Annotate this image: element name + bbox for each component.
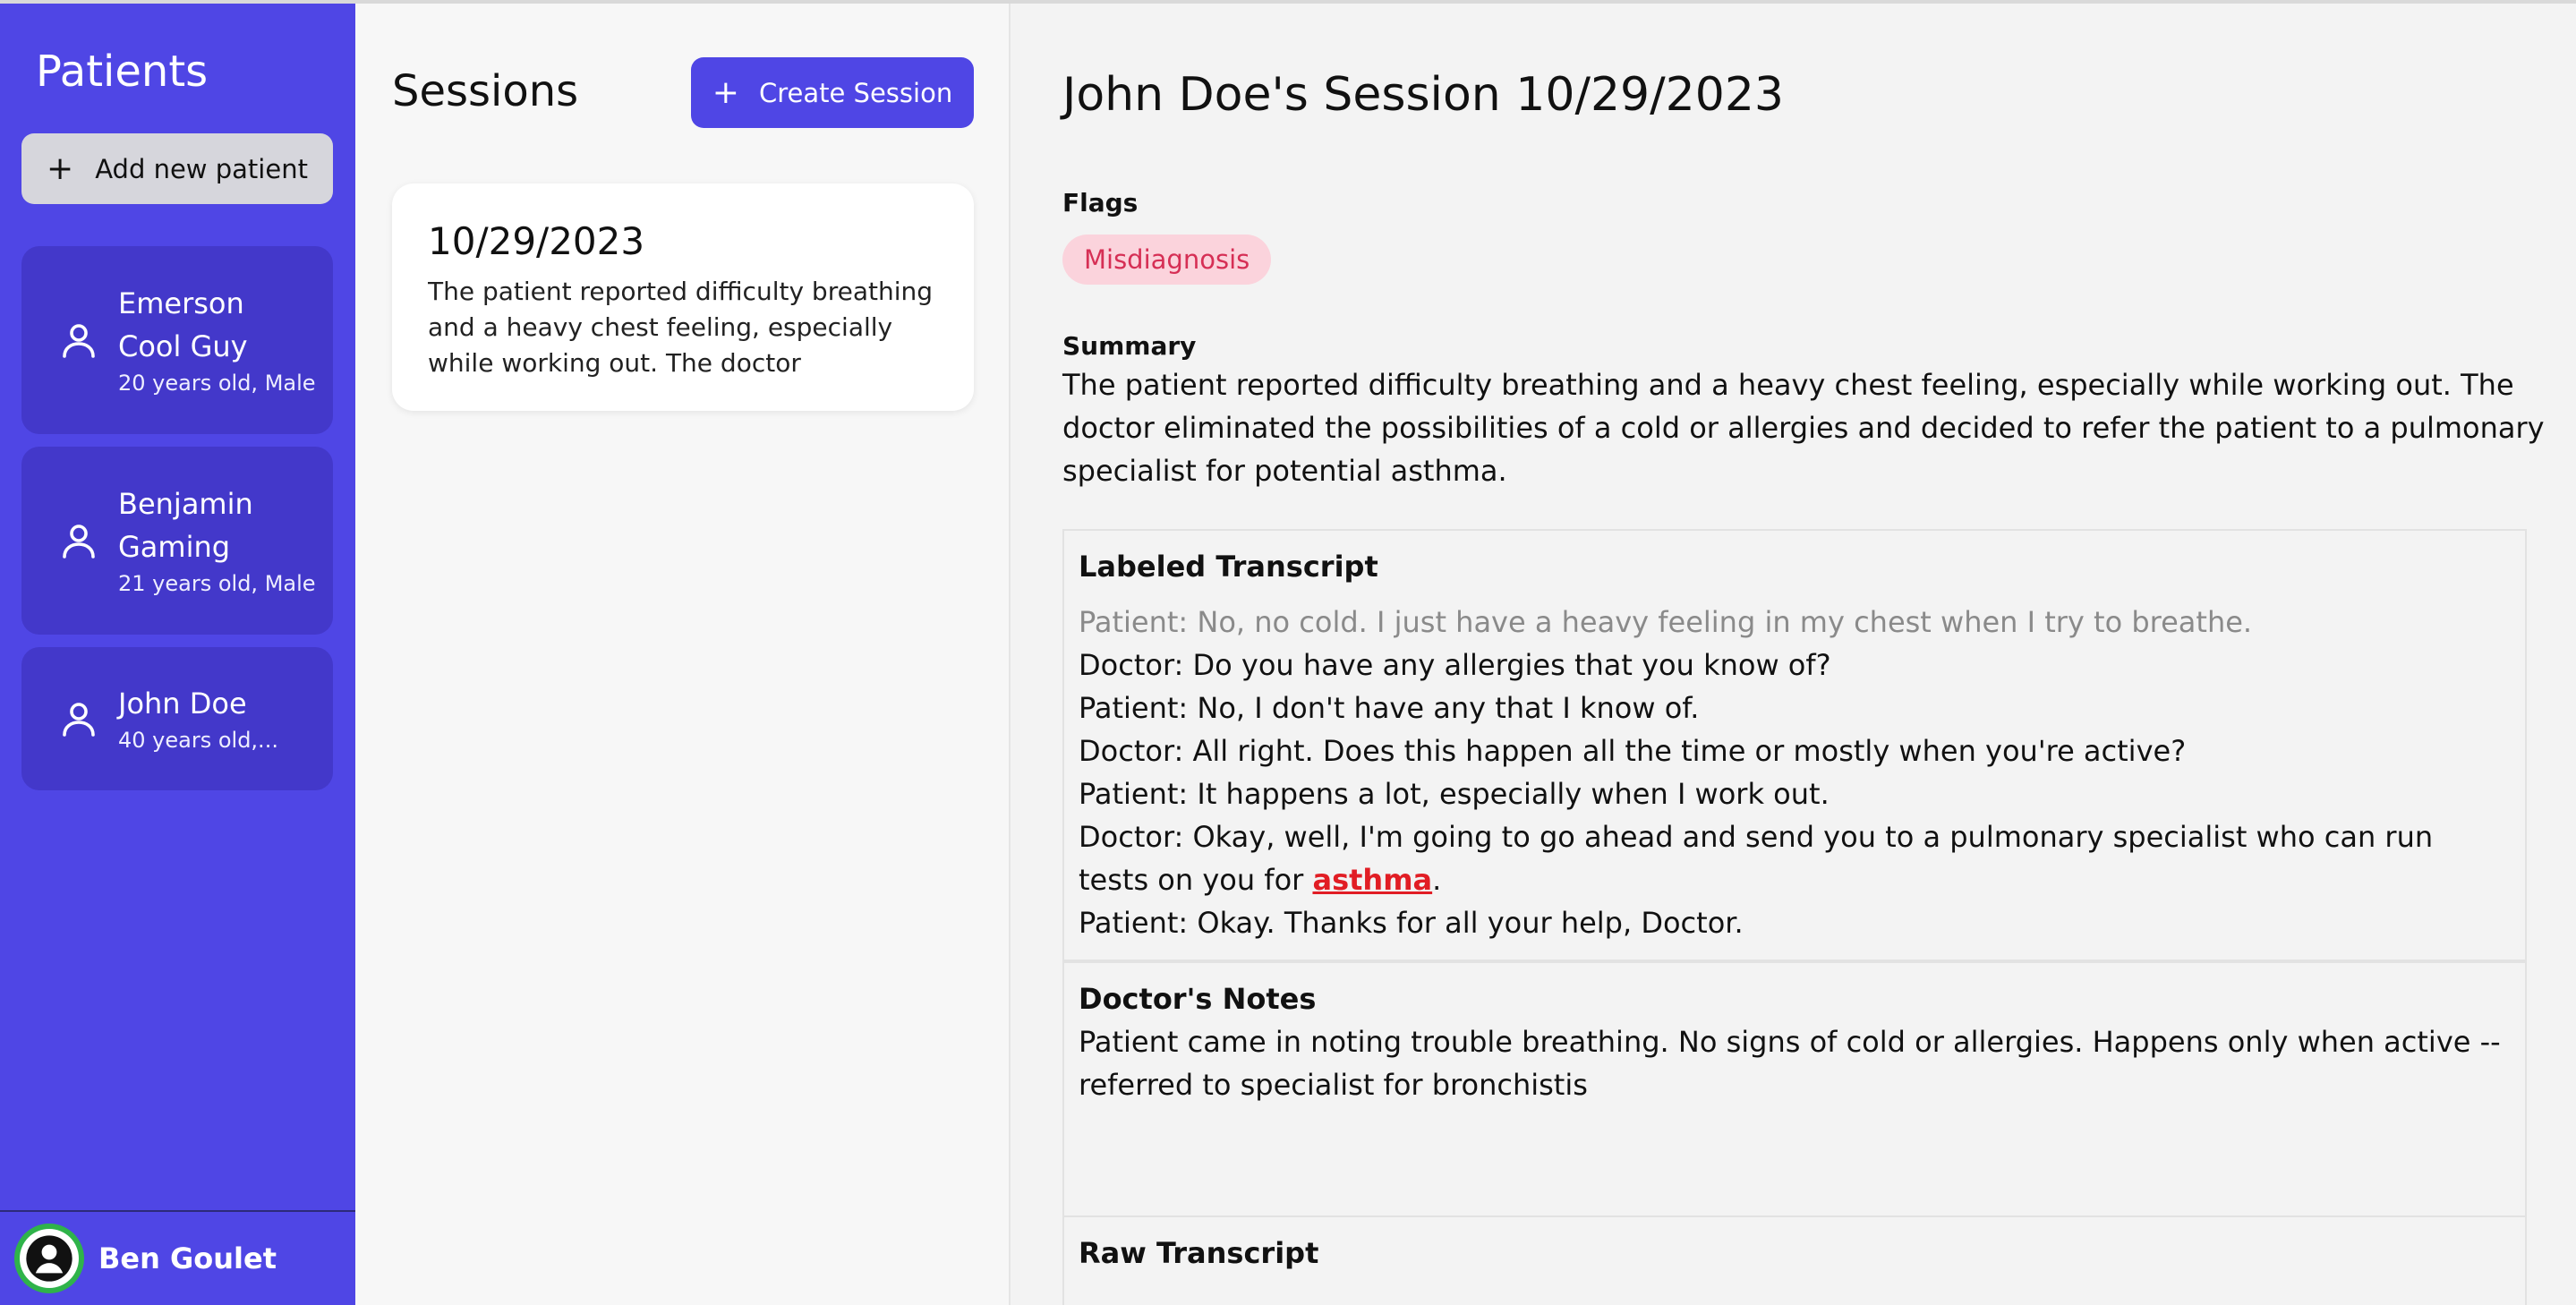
- raw-transcript-cutoff: [1079, 1275, 2511, 1289]
- person-icon: [63, 703, 95, 737]
- patient-name: Emerson Cool Guy: [118, 286, 248, 363]
- patient-meta: 40 years old,...: [118, 728, 278, 753]
- flags-label: Flags: [1062, 188, 1139, 218]
- patient-name: John Doe: [118, 687, 247, 721]
- sidebar-title: Patients: [36, 47, 209, 97]
- avatar: [14, 1224, 84, 1293]
- person-icon: [63, 525, 95, 559]
- transcript-scroll-area[interactable]: Patient: No, no cold. I just have a heav…: [1079, 588, 2511, 955]
- doctors-notes-title: Doctor's Notes: [1079, 982, 1317, 1016]
- raw-transcript-panel[interactable]: Raw Transcript: [1062, 1215, 2527, 1305]
- transcript-line: Patient: No, no cold. I just have a heav…: [1079, 605, 2253, 639]
- transcript-line-end: .: [1432, 863, 1442, 897]
- session-card[interactable]: 10/29/2023 The patient reported difficul…: [392, 183, 974, 411]
- summary-text: The patient reported difficulty breathin…: [1062, 368, 2545, 488]
- patient-meta: 20 years old, Male: [118, 371, 316, 396]
- create-session-label: Create Session: [758, 77, 953, 108]
- transcript-line: Doctor: Okay, well, I'm going to go ahea…: [1079, 815, 2511, 901]
- session-detail: John Doe's Session 10/29/2023 Flags Misd…: [1011, 0, 2576, 1305]
- transcript-line: Patient: No, I don't have any that I kno…: [1079, 691, 1700, 725]
- user-name: Ben Goulet: [98, 1241, 277, 1275]
- transcript-line-text: Doctor: Okay, well, I'm going to go ahea…: [1079, 820, 2434, 897]
- window-top-border: [0, 0, 2576, 4]
- current-user[interactable]: Ben Goulet: [0, 1210, 355, 1305]
- labeled-transcript-panel[interactable]: Labeled Transcript Patient: No, no cold.…: [1062, 529, 2527, 961]
- session-excerpt: The patient reported difficulty breathin…: [428, 277, 934, 378]
- plus-icon: +: [47, 149, 74, 187]
- sessions-panel: Sessions + Create Session 10/29/2023 The…: [355, 0, 1011, 1305]
- plus-icon: +: [712, 73, 739, 111]
- sessions-title: Sessions: [392, 66, 579, 116]
- raw-transcript-title: Raw Transcript: [1079, 1236, 1319, 1270]
- patient-name: Benjamin Gaming: [118, 487, 253, 564]
- summary-label: Summary: [1062, 331, 1197, 361]
- doctors-notes-text[interactable]: Patient came in noting trouble breathing…: [1079, 1020, 2511, 1106]
- patient-meta: 21 years old, Male: [118, 571, 316, 596]
- patients-sidebar: Patients + Add new patient Emerson Cool …: [0, 0, 355, 1305]
- patient-card-john-doe[interactable]: John Doe 40 years old,...: [21, 647, 333, 790]
- patient-card-emerson[interactable]: Emerson Cool Guy 20 years old, Male: [21, 246, 333, 434]
- scrolled-line-fragment: [1079, 588, 2511, 601]
- create-session-button[interactable]: + Create Session: [691, 57, 974, 128]
- patient-card-benjamin[interactable]: Benjamin Gaming 21 years old, Male: [21, 447, 333, 635]
- page-title: John Doe's Session 10/29/2023: [1062, 68, 1784, 122]
- doctors-notes-panel[interactable]: Doctor's Notes Patient came in noting tr…: [1062, 961, 2527, 1217]
- transcript-line: Doctor: All right. Does this happen all …: [1079, 734, 2187, 768]
- transcript-line: Doctor: Do you have any allergies that y…: [1079, 648, 1831, 682]
- transcript-line: Patient: It happens a lot, especially wh…: [1079, 777, 1830, 811]
- user-avatar-icon: [26, 1235, 73, 1282]
- flagged-keyword-link[interactable]: asthma: [1312, 863, 1432, 897]
- transcript-line: Patient: Okay. Thanks for all your help,…: [1079, 906, 1744, 940]
- flag-badge: Misdiagnosis: [1062, 235, 1272, 285]
- person-icon: [63, 324, 95, 358]
- session-date: 10/29/2023: [428, 219, 645, 263]
- add-patient-button[interactable]: + Add new patient: [21, 133, 333, 204]
- add-patient-label: Add new patient: [95, 153, 308, 184]
- labeled-transcript-title: Labeled Transcript: [1079, 550, 1378, 584]
